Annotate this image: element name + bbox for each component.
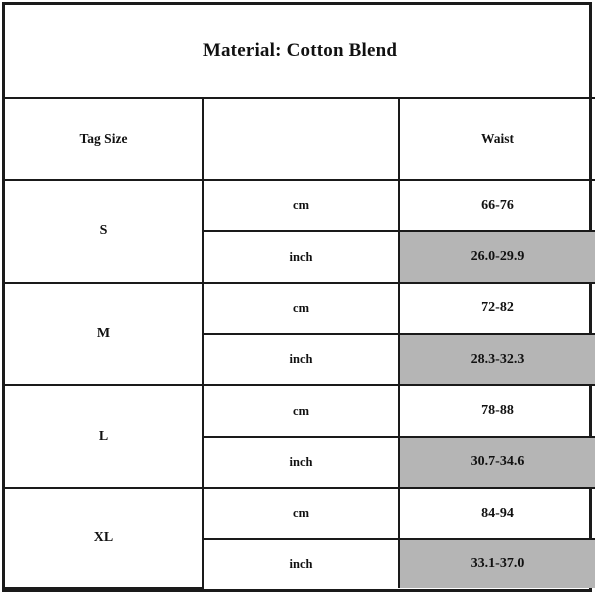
unit-label-cm-l: cm xyxy=(202,384,400,438)
unit-label-cm-s: cm xyxy=(202,178,400,233)
measurement-table: Material: Cotton Blend Tag Size Waist S … xyxy=(5,5,596,589)
waist-inch-s: 26.0-29.9 xyxy=(397,230,596,284)
unit-label-inch-xl: inch xyxy=(203,538,400,588)
table-header-row: Tag Size Waist xyxy=(5,97,596,181)
header-waist: Waist xyxy=(397,97,596,181)
waist-cm-s: 66-76 xyxy=(397,178,596,233)
waist-inch-m: 28.3-32.3 xyxy=(397,333,596,387)
header-unit-blank xyxy=(202,97,400,181)
unit-label-cm-m: cm xyxy=(202,281,400,336)
table-row: XL cm 84-94 xyxy=(5,487,596,589)
unit-label-inch-m: inch xyxy=(203,333,400,387)
unit-label-inch-s: inch xyxy=(203,230,400,284)
size-label-s: S xyxy=(5,179,204,284)
unit-label-inch-l: inch xyxy=(203,435,400,490)
waist-cm-xl: 84-94 xyxy=(397,487,596,541)
size-label-xl: XL xyxy=(5,487,204,589)
waist-inch-xl: 33.1-37.0 xyxy=(397,538,596,588)
table-row: L cm 78-88 xyxy=(5,384,596,490)
unit-label-cm-xl: cm xyxy=(202,487,400,541)
material-title: Material: Cotton Blend xyxy=(5,5,596,99)
waist-cm-l: 78-88 xyxy=(397,384,596,438)
table-row: S cm 66-76 xyxy=(5,178,596,284)
table-row: M cm 72-82 xyxy=(5,281,596,387)
header-tag-size: Tag Size xyxy=(5,97,204,181)
waist-inch-l: 30.7-34.6 xyxy=(397,435,596,490)
table-title-row: Material: Cotton Blend xyxy=(5,5,596,99)
size-label-l: L xyxy=(5,384,204,490)
waist-cm-m: 72-82 xyxy=(397,281,596,336)
size-label-m: M xyxy=(5,281,204,387)
size-chart-table: Material: Cotton Blend Tag Size Waist S … xyxy=(2,2,596,592)
